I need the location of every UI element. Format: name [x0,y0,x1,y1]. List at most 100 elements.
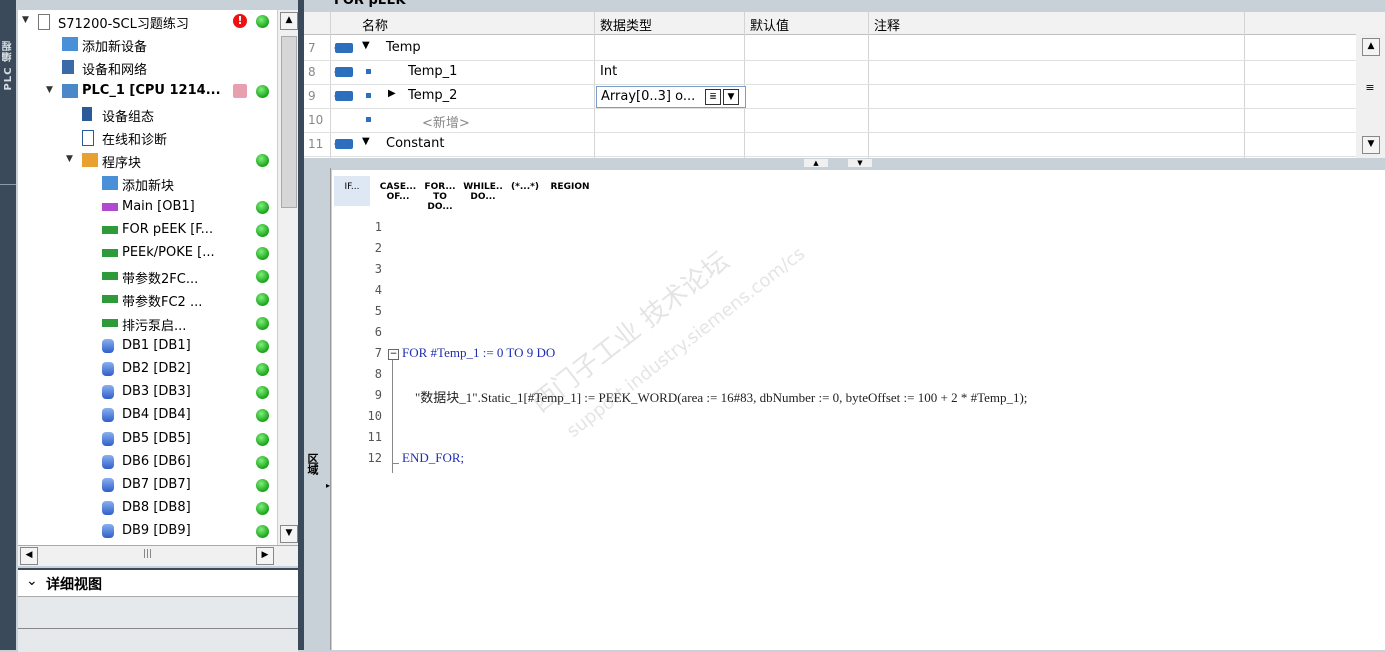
tree-item[interactable]: DB7 [DB7] [18,474,295,497]
toolbar-button[interactable]: IF... [334,176,370,206]
interface-row[interactable]: 9 ▶ Temp_2 Array[0..3] o... ≣ ▼ [304,84,1364,109]
tree-item[interactable]: ▼ 程序块 [18,149,295,172]
database-icon [102,338,114,353]
expand-toggle-icon[interactable]: ▼ [46,85,53,95]
variable-name[interactable]: Constant [386,136,444,151]
tree-horizontal-scrollbar[interactable]: ◀ ||| ▶ [18,545,298,566]
line-number: 11 [367,430,382,444]
database-icon [102,454,114,469]
tree-item[interactable]: DB5 [DB5] [18,428,295,451]
tree-item[interactable]: 在线和诊断 [18,126,295,149]
line-number: 6 [374,325,382,339]
variable-icon [366,69,371,74]
scroll-left-button[interactable]: ◀ [20,547,38,565]
line-number: 2 [374,241,382,255]
code-line[interactable]: FOR #Temp_1 := 0 TO 9 DO [402,345,555,361]
tree-item[interactable]: 带参数FC2 ... [18,288,295,311]
tree-item[interactable]: DB1 [DB1] [18,335,295,358]
tree-vertical-scrollbar[interactable]: ▲ ▼ [277,10,298,545]
interface-row[interactable]: 11 ▼ Constant [304,132,1364,157]
scroll-down-button[interactable]: ▼ [280,525,298,543]
interface-scrollbar[interactable]: ▲ ≡ ▼ [1356,34,1385,158]
toolbar-button[interactable]: CASE... OF... [378,176,418,206]
toolbar-button[interactable]: (*...*) [506,176,544,206]
status-ok-icon [256,270,269,284]
toolbar-button[interactable]: REGION [548,176,592,206]
diagnostics-icon [82,130,94,146]
collapse-section-icon[interactable]: ▼ [362,136,370,147]
tree-item[interactable]: DB8 [DB8] [18,497,295,520]
chevron-down-icon[interactable]: ⌄ [26,573,38,589]
expand-toggle-icon[interactable]: ▼ [66,154,73,164]
tree-item[interactable]: ▼ PLC_1 [CPU 1214... [18,80,295,103]
datatype-value[interactable]: Int [600,64,617,79]
tree-item-label: 设备组态 [102,109,155,125]
tree-item[interactable]: DB3 [DB3] [18,381,295,404]
scroll-up-button[interactable]: ▲ [280,12,298,30]
expand-down-arrow-icon[interactable]: ▼ [848,159,872,167]
region-tab[interactable]: 区域 [306,453,320,475]
tree-item-label: DB2 [DB2] [122,361,191,376]
tree-item[interactable]: PEEk/POKE [... [18,242,295,265]
tree-item[interactable]: 添加新块 [18,172,295,195]
code-line[interactable]: "数据块_1".Static_1[#Temp_1] := PEEK_WORD(a… [402,387,1027,406]
fold-toggle-icon[interactable]: − [388,349,399,360]
chevron-down-icon[interactable]: ▼ [723,89,739,105]
scroll-right-button[interactable]: ▶ [256,547,274,565]
tree-item[interactable]: Main [OB1] [18,196,295,219]
variable-name[interactable]: Temp [386,40,421,55]
code-line[interactable]: END_FOR; [402,450,464,466]
tree-item[interactable]: 排污泵启... [18,312,295,335]
scl-code-editor[interactable]: 西门子工业 技术论坛 support.industry.siemens.com/… [358,212,1385,650]
expand-array-icon[interactable]: ▶ [388,88,396,99]
toolbar-button[interactable]: WHILE.. DO... [462,176,504,206]
scroll-thumb[interactable] [281,36,297,208]
tree-item-label: Main [OB1] [122,198,195,214]
tree-item[interactable]: DB2 [DB2] [18,358,295,381]
interface-row[interactable]: 10 <新增> [304,108,1364,133]
column-header-comment[interactable]: 注释 [874,15,900,34]
expand-toggle-icon[interactable]: ▼ [22,15,29,25]
interface-row[interactable]: 7 ▼ Temp [304,36,1364,61]
column-header-default[interactable]: 默认值 [750,15,789,34]
ob-block-icon [102,202,118,211]
tree-item[interactable]: 设备组态 [18,103,295,126]
tree-item-label: 排污泵启... [122,318,187,334]
line-number: 7 [374,346,382,360]
status-ok-icon [256,363,269,376]
variable-name[interactable]: Temp_1 [408,64,457,79]
datatype-browse-icon[interactable]: ≣ [705,89,721,105]
editor-splitter[interactable]: ▲ ▼ [304,158,1385,168]
tree-item[interactable]: 带参数2FC... [18,265,295,288]
tree-item-label: DB4 [DB4] [122,407,191,423]
interface-row[interactable]: 8 Temp_1 Int [304,60,1364,85]
scroll-down-button[interactable]: ▼ [1362,136,1380,154]
tree-item[interactable]: 设备和网络 [18,56,295,79]
variable-name[interactable]: Temp_2 [408,88,457,103]
scroll-up-button[interactable]: ▲ [1362,38,1380,56]
toolbar-button[interactable]: FOR... TO DO... [420,176,460,212]
expand-arrow-icon[interactable]: ▸ [326,481,330,490]
tree-item[interactable]: ▼ S71200-SCL习题练习! [18,10,295,33]
add-icon [62,37,78,52]
tree-item[interactable]: DB4 [DB4] [18,404,295,427]
tree-item[interactable]: 添加新设备 [18,33,295,56]
tree-item[interactable]: DB9 [DB9] [18,520,295,543]
collapse-section-icon[interactable]: ▼ [362,40,370,51]
variable-name[interactable]: <新增> [422,112,470,131]
collapse-up-arrow-icon[interactable]: ▲ [804,159,828,167]
details-view-header[interactable]: ⌄ 详细视图 [18,570,298,597]
row-number: 9 [308,89,316,103]
plc-programming-tab[interactable]: PLC 编程 [1,40,15,91]
tree-item-label: DB1 [DB1] [122,337,191,353]
status-ok-icon [256,525,269,539]
tree-item[interactable]: FOR pEEK [F... [18,219,295,242]
status-ok-icon [256,247,269,260]
row-number: 10 [308,113,324,127]
column-header-datatype[interactable]: 数据类型 [600,15,652,34]
tree-item[interactable]: DB6 [DB6] [18,451,295,474]
datatype-editor[interactable]: Array[0..3] o... ≣ ▼ [596,86,746,108]
status-ok-icon [256,339,269,353]
details-divider [18,628,298,629]
column-header-name[interactable]: 名称 [362,15,388,34]
